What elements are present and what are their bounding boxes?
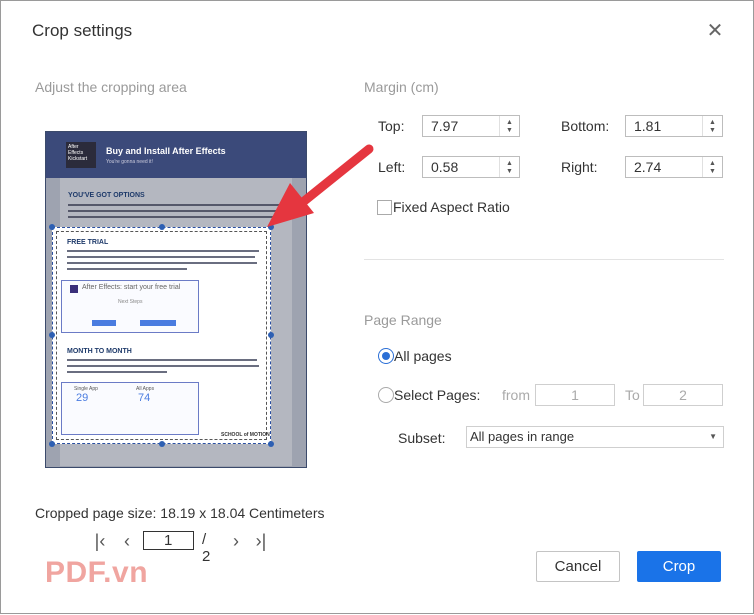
right-margin-value: 2.74 xyxy=(634,159,662,175)
preview-header-subtitle: You're gonna need it! xyxy=(106,159,153,165)
crop-area[interactable]: FREE TRIAL After Effects: start your fre… xyxy=(52,227,271,444)
all-pages-label[interactable]: All pages xyxy=(394,348,452,364)
preview-card-button xyxy=(92,320,116,326)
dialog-title: Crop settings xyxy=(32,21,133,40)
preview-text-line xyxy=(67,256,255,258)
subset-value: All pages in range xyxy=(470,429,575,444)
top-margin-input[interactable]: 7.97 ▲ ▼ xyxy=(422,115,520,137)
from-label: from xyxy=(502,387,530,403)
select-pages-label[interactable]: Select Pages: xyxy=(394,387,480,403)
top-margin-stepper[interactable]: ▲ ▼ xyxy=(499,116,519,136)
preview-heading: MONTH TO MONTH xyxy=(67,348,132,355)
premiere-icon xyxy=(70,285,78,293)
top-margin-value: 7.97 xyxy=(431,118,459,134)
cancel-button[interactable]: Cancel xyxy=(536,551,620,582)
preview-card-button xyxy=(140,320,176,326)
fixed-aspect-checkbox[interactable] xyxy=(377,200,392,215)
last-page-icon[interactable]: ›| xyxy=(252,530,270,552)
left-margin-value: 0.58 xyxy=(431,159,459,175)
right-label: Right: xyxy=(561,159,598,175)
crop-handle-top-right[interactable] xyxy=(268,224,274,230)
left-margin-input[interactable]: 0.58 ▲ ▼ xyxy=(422,156,520,178)
left-label: Left: xyxy=(378,159,406,175)
watermark: PDF.vn xyxy=(45,556,149,589)
preview-plan-price: 74 xyxy=(138,392,151,404)
bottom-margin-input[interactable]: 1.81 ▲ ▼ xyxy=(625,115,723,137)
preview-plans-card: Single App 29 All Apps 74 xyxy=(61,382,199,435)
preview-header-title: Buy and Install After Effects xyxy=(106,146,226,156)
bottom-margin-value: 1.81 xyxy=(634,118,662,134)
prev-page-icon[interactable]: ‹ xyxy=(118,530,136,552)
preview-card-subtitle: Next Steps xyxy=(118,299,143,305)
right-margin-input[interactable]: 2.74 ▲ ▼ xyxy=(625,156,723,178)
top-label: Top: xyxy=(378,118,405,134)
chevron-down-icon: ▼ xyxy=(709,432,717,441)
crop-handle-right[interactable] xyxy=(268,332,274,338)
preview-text-line xyxy=(68,210,278,212)
preview-text-line xyxy=(67,359,257,361)
next-page-icon[interactable]: › xyxy=(227,530,245,552)
subset-label: Subset: xyxy=(398,430,446,446)
from-page-input[interactable]: 1 xyxy=(535,384,615,406)
preview-text-line xyxy=(68,216,282,218)
right-margin-stepper[interactable]: ▲ ▼ xyxy=(702,157,722,177)
page-number-input[interactable]: 1 xyxy=(143,531,194,550)
preview-text-line xyxy=(67,268,187,270)
cropped-page-size: Cropped page size: 18.19 x 18.04 Centime… xyxy=(35,505,325,521)
preview-plan-price: 29 xyxy=(76,392,89,404)
preview-text-line xyxy=(67,262,257,264)
bottom-label: Bottom: xyxy=(561,118,610,134)
crop-handle-bottom-right[interactable] xyxy=(268,441,274,447)
preview-text-line xyxy=(68,204,284,206)
preview-text-line xyxy=(67,365,259,367)
to-label: To xyxy=(625,387,640,403)
preview-heading: FREE TRIAL xyxy=(67,239,109,246)
preview-footer-brand: SCHOOL of MOTION xyxy=(221,432,270,438)
adjust-cropping-label: Adjust the cropping area xyxy=(35,79,187,95)
select-pages-radio[interactable] xyxy=(378,387,394,403)
crop-handle-bottom-left[interactable] xyxy=(49,441,55,447)
subset-select[interactable]: All pages in range ▼ xyxy=(466,426,724,448)
preview-text-line xyxy=(67,371,167,373)
page-total: / 2 xyxy=(202,531,211,565)
crop-handle-top-left[interactable] xyxy=(49,224,55,230)
preview-card: After Effects: start your free trial Nex… xyxy=(61,280,199,333)
margin-section-label: Margin (cm) xyxy=(364,79,439,95)
close-icon[interactable]: ✕ xyxy=(705,21,725,41)
preview-header: After Effects Kickstart Buy and Install … xyxy=(46,132,306,178)
preview-card-title: After Effects: start your free trial xyxy=(82,284,181,291)
preview-heading: YOU'VE GOT OPTIONS xyxy=(68,192,145,199)
crop-handle-bottom[interactable] xyxy=(159,441,165,447)
crop-handle-left[interactable] xyxy=(49,332,55,338)
left-margin-stepper[interactable]: ▲ ▼ xyxy=(499,157,519,177)
page-range-label: Page Range xyxy=(364,312,442,328)
bottom-margin-stepper[interactable]: ▲ ▼ xyxy=(702,116,722,136)
fixed-aspect-label[interactable]: Fixed Aspect Ratio xyxy=(393,199,510,215)
preview-logo: After Effects Kickstart xyxy=(66,142,96,168)
all-pages-radio[interactable] xyxy=(378,348,394,364)
crop-settings-dialog: Crop settings ✕ Adjust the cropping area… xyxy=(0,0,754,614)
section-divider xyxy=(364,259,724,260)
first-page-icon[interactable]: |‹ xyxy=(91,530,109,552)
preview-text-line xyxy=(67,250,259,252)
to-page-input[interactable]: 2 xyxy=(643,384,723,406)
crop-handle-top[interactable] xyxy=(159,224,165,230)
crop-button[interactable]: Crop xyxy=(637,551,721,582)
